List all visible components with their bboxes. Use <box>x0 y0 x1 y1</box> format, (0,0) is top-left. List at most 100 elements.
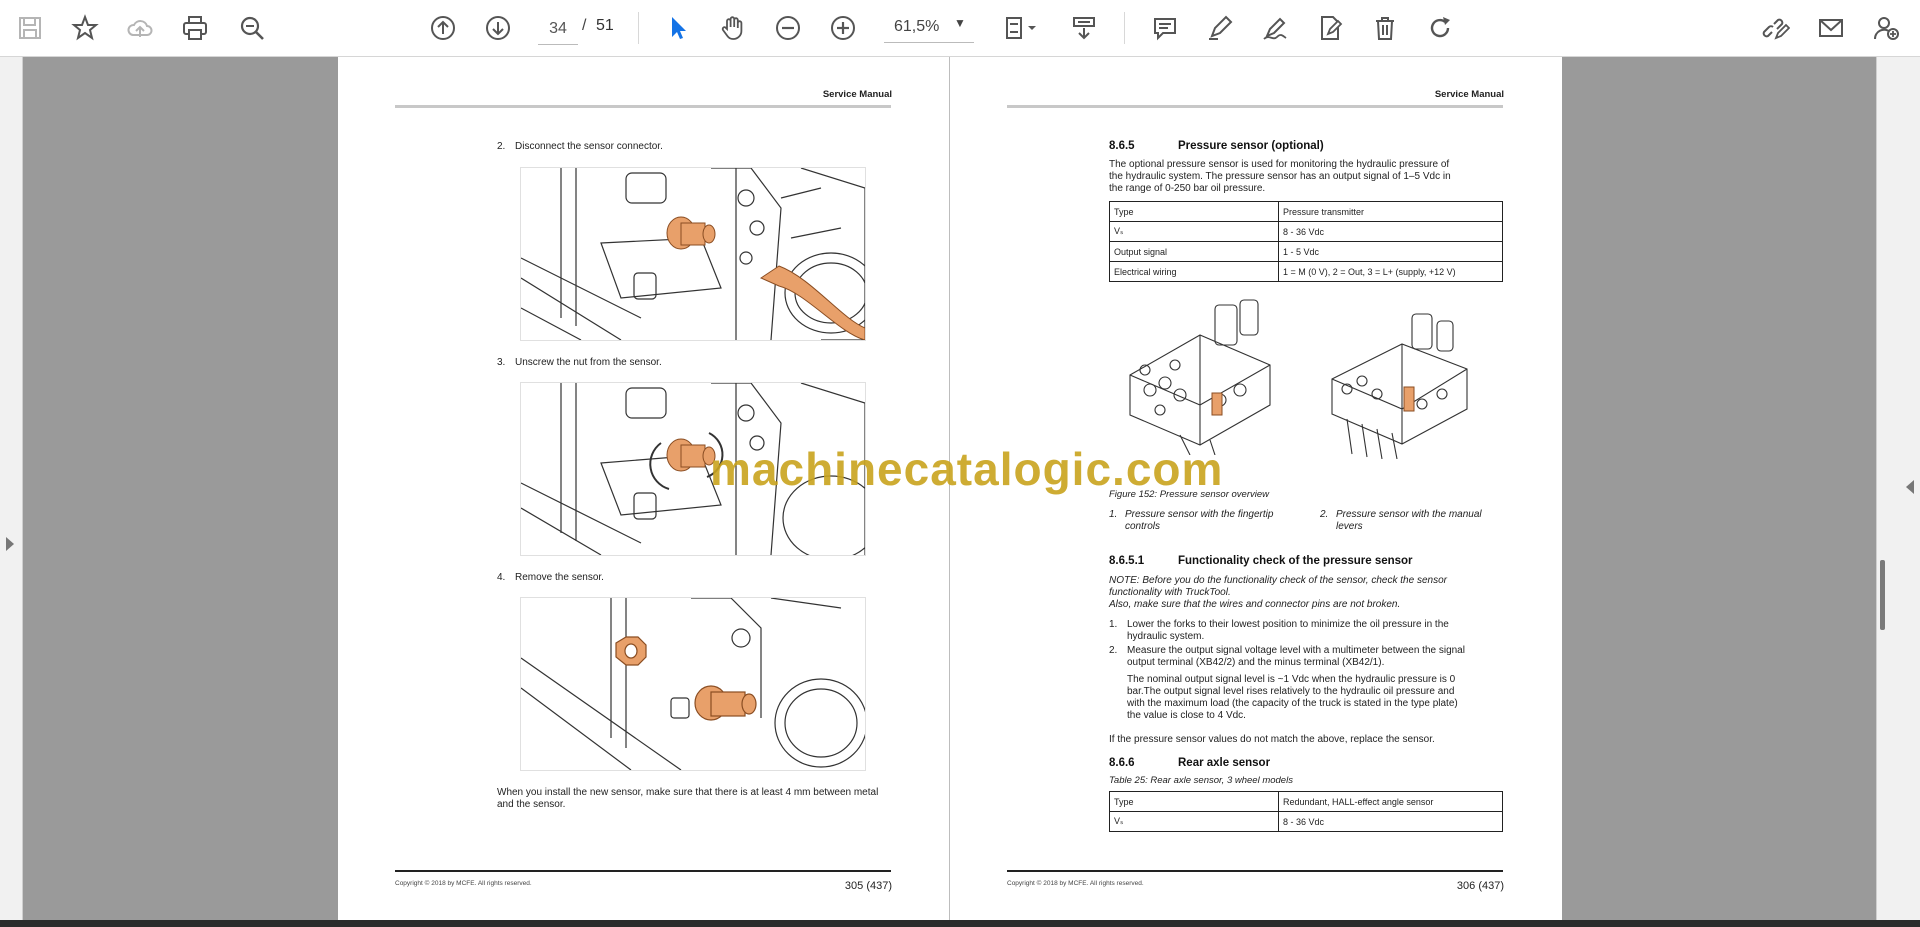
paragraph-line: The optional pressure sensor is used for… <box>1109 159 1450 170</box>
delete-trash-icon[interactable] <box>1365 8 1405 48</box>
link-edit-icon[interactable] <box>1756 8 1796 48</box>
valve-manual-levers-illustration <box>1322 309 1482 459</box>
table-cell: 1 = M (0 V), 2 = Out, 3 = L+ (supply, +1… <box>1278 261 1503 282</box>
footer-rule <box>1007 870 1503 872</box>
table-cell: Type <box>1109 791 1279 812</box>
hand-tool-icon[interactable] <box>713 8 753 48</box>
valve-fingertip-illustration <box>1120 295 1290 455</box>
nominal-line: bar.The output signal level rises relati… <box>1127 686 1455 697</box>
nominal-line: The nominal output signal level is ~1 Vd… <box>1127 674 1456 685</box>
note-line: Also, make sure that the wires and conne… <box>1109 599 1401 610</box>
zoom-level-select[interactable]: 61,5% ▼ <box>884 14 974 43</box>
note-line: functionality with TruckTool. <box>1109 587 1231 598</box>
select-cursor-icon[interactable] <box>658 8 698 48</box>
step-number: 1. <box>1109 619 1118 630</box>
step-number: 2. <box>1109 645 1118 656</box>
toolbar-divider <box>1124 12 1125 44</box>
watermark-text: machinecatalogic.com <box>710 443 1224 495</box>
table-cell: 8 - 36 Vdc <box>1278 221 1503 242</box>
table-cell: 1 - 5 Vdc <box>1278 241 1503 262</box>
table-row: Vₛ 8 - 36 Vdc <box>1109 811 1503 832</box>
section-number: 8.6.6 <box>1109 757 1135 769</box>
next-page-icon[interactable] <box>478 8 518 48</box>
note-line: NOTE: Before you do the functionality ch… <box>1109 575 1447 586</box>
add-user-icon[interactable] <box>1866 8 1906 48</box>
step-text: Lower the forks to their lowest position… <box>1127 619 1449 630</box>
section-title: Functionality check of the pressure sens… <box>1178 555 1413 567</box>
step-text: Remove the sensor. <box>515 572 604 583</box>
vertical-scrollbar-thumb[interactable] <box>1880 560 1885 630</box>
zoom-in-icon[interactable] <box>823 8 863 48</box>
highlight-pen-icon[interactable] <box>1200 8 1240 48</box>
section-title: Pressure sensor (optional) <box>1178 140 1324 152</box>
figure-item-number: 2. <box>1320 509 1329 520</box>
redo-rotate-icon[interactable] <box>1420 8 1460 48</box>
table-caption: Table 25: Rear axle sensor, 3 wheel mode… <box>1109 775 1293 786</box>
table-cell: Output signal <box>1109 241 1279 262</box>
zoom-search-icon[interactable] <box>232 8 272 48</box>
footer-rule <box>395 870 891 872</box>
scroll-mode-icon[interactable] <box>1064 8 1104 48</box>
paragraph-line: the range of 0-250 bar oil pressure. <box>1109 183 1266 194</box>
table-cell: Redundant, HALL-effect angle sensor <box>1278 791 1503 812</box>
page-total: 51 <box>596 17 614 34</box>
remove-sensor-illustration <box>520 597 866 771</box>
step-number: 4. <box>497 572 506 583</box>
email-envelope-icon[interactable] <box>1811 8 1851 48</box>
figure-item-text: levers <box>1336 521 1363 532</box>
step-text: Disconnect the sensor connector. <box>515 141 663 152</box>
install-note-line: and the sensor. <box>497 799 566 810</box>
comment-icon[interactable] <box>1145 8 1185 48</box>
install-note-line: When you install the new sensor, make su… <box>497 787 879 798</box>
pressure-sensor-spec-table: Type Pressure transmitter Vₛ 8 - 36 Vdc Ou… <box>1109 201 1503 282</box>
table-cell: Type <box>1109 201 1279 222</box>
page-header: Service Manual <box>1434 89 1504 100</box>
table-cell: Pressure transmitter <box>1278 201 1503 222</box>
save-icon[interactable] <box>10 8 50 48</box>
left-panel-collapsed[interactable] <box>0 57 23 920</box>
header-rule <box>1007 105 1503 108</box>
page-fit-icon[interactable] <box>996 8 1046 48</box>
page-number: 305 (437) <box>844 880 892 892</box>
paragraph-line: the hydraulic system. The pressure senso… <box>1109 171 1451 182</box>
zoom-out-icon[interactable] <box>768 8 808 48</box>
table-row: Type Redundant, HALL-effect angle sensor <box>1109 791 1503 812</box>
expand-left-panel-icon[interactable] <box>6 537 14 551</box>
step-text: hydraulic system. <box>1127 631 1205 642</box>
zoom-level-value: 61,5% <box>894 18 940 35</box>
bookmark-star-icon[interactable] <box>65 8 105 48</box>
table-row: Type Pressure transmitter <box>1109 201 1503 222</box>
copyright-text: Copyright © 2018 by MCFE. All rights res… <box>1007 880 1144 887</box>
print-icon[interactable] <box>175 8 215 48</box>
header-rule <box>395 105 891 108</box>
table-cell: Electrical wiring <box>1109 261 1279 282</box>
expand-right-panel-icon[interactable] <box>1906 480 1914 494</box>
bottom-bar <box>0 920 1920 927</box>
cloud-upload-icon[interactable] <box>120 8 160 48</box>
toolbar-divider <box>638 12 639 44</box>
section-number: 8.6.5.1 <box>1109 555 1145 567</box>
table-cell: 8 - 36 Vdc <box>1278 811 1503 832</box>
previous-page-icon[interactable] <box>423 8 463 48</box>
edit-document-icon[interactable] <box>1310 8 1350 48</box>
page-number-input[interactable] <box>538 14 578 45</box>
draw-signature-icon[interactable] <box>1255 8 1295 48</box>
step-number: 3. <box>497 357 506 368</box>
page-number: 306 (437) <box>1456 880 1504 892</box>
nominal-line: with the maximum load (the capacity of t… <box>1127 698 1458 709</box>
table-cell: Vₛ <box>1109 811 1279 832</box>
nominal-line: the value is close to 4 Vdc. <box>1127 710 1246 721</box>
rear-axle-sensor-table: Type Redundant, HALL-effect angle sensor … <box>1109 791 1503 832</box>
step-text: output terminal (XB42/2) and the minus t… <box>1127 657 1385 668</box>
figure-item-text: Pressure sensor with the fingertip <box>1125 509 1274 520</box>
replace-note: If the pressure sensor values do not mat… <box>1109 734 1435 745</box>
page-separator: / <box>582 17 587 34</box>
sensor-connector-illustration <box>520 167 866 341</box>
figure-item-text: Pressure sensor with the manual <box>1336 509 1482 520</box>
table-row: Output signal 1 - 5 Vdc <box>1109 241 1503 262</box>
toolbar: / 51 61,5% ▼ <box>0 0 1920 57</box>
step-number: 2. <box>497 141 506 152</box>
section-number: 8.6.5 <box>1109 140 1135 152</box>
copyright-text: Copyright © 2018 by MCFE. All rights res… <box>395 880 532 887</box>
section-title: Rear axle sensor <box>1178 757 1271 769</box>
